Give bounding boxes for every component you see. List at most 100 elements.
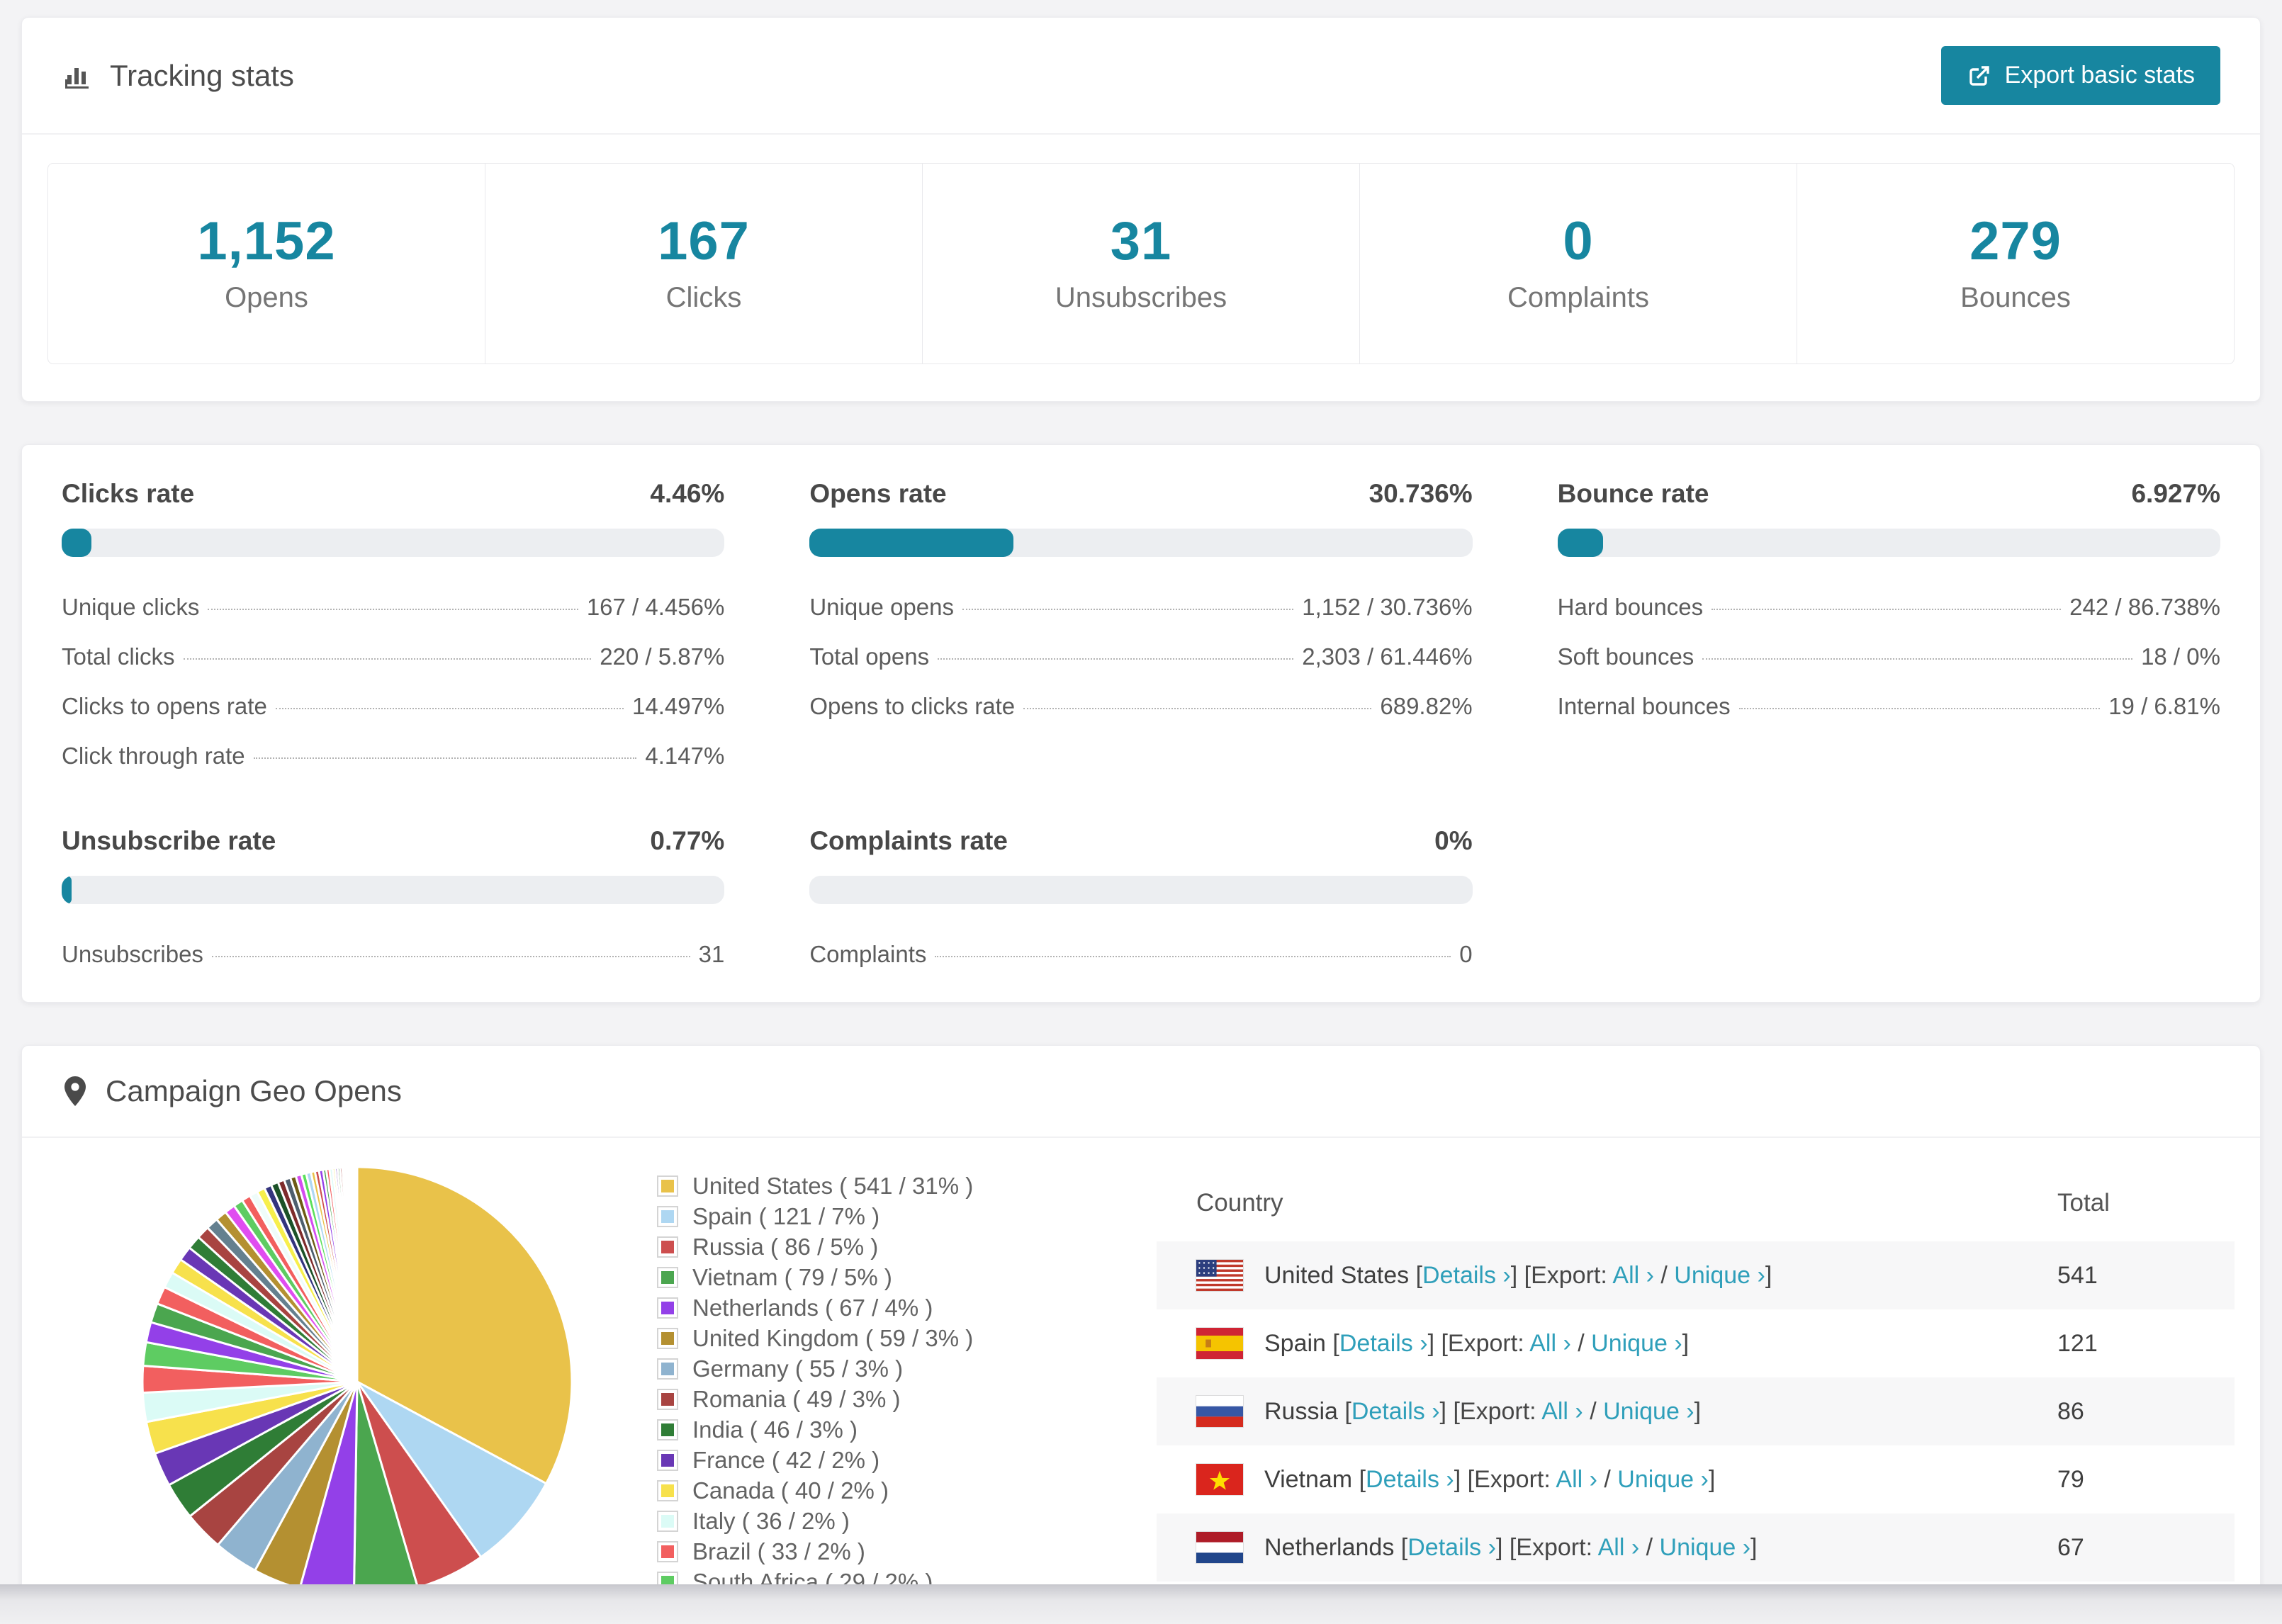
legend-label: Spain ( 121 / 7% )	[692, 1202, 880, 1229]
export-unique-link[interactable]: Unique ›	[1591, 1330, 1682, 1357]
dotted-leader	[211, 956, 690, 957]
dotted-leader	[1712, 609, 2062, 610]
rate-block-clicks-rate: Clicks rate 4.46% Unique clicks 167 / 4.456…	[62, 479, 725, 769]
stat-value: 0	[1563, 211, 1594, 271]
country-name: Spain	[1264, 1329, 1326, 1357]
details-link[interactable]: Details ›	[1339, 1330, 1428, 1357]
geo-body: United States ( 541 / 31% ) Spain ( 121 /…	[22, 1138, 2260, 1624]
legend-item-brazil: Brazil ( 33 / 2% )	[657, 1536, 1004, 1567]
geo-table-row-vn: Vietnam [Details ›] [Export: All › / Uni…	[1157, 1445, 2235, 1513]
details-link[interactable]: Details ›	[1422, 1262, 1511, 1289]
legend-item-italy: Italy ( 36 / 2% )	[657, 1506, 1004, 1536]
export-all-link[interactable]: All ›	[1612, 1262, 1654, 1289]
rate-detail-row: Complaints 0	[809, 941, 1473, 967]
export-button-label: Export basic stats	[2004, 62, 2195, 89]
rates-grid: Clicks rate 4.46% Unique clicks 167 / 4.456…	[62, 479, 2220, 968]
geo-card-title: Campaign Geo Opens	[62, 1074, 402, 1108]
rate-progress-track	[62, 876, 725, 904]
map-pin-icon	[62, 1075, 89, 1107]
geo-table-header-row: Country Total	[1157, 1163, 2235, 1241]
legend-item-canada: Canada ( 40 / 2% )	[657, 1475, 1004, 1506]
pie-slice-other[interactable]	[355, 1166, 359, 1383]
stat-box-bounces: 279 Bounces	[1797, 164, 2234, 363]
rate-progress-fill	[62, 529, 91, 557]
legend-item-netherlands: Netherlands ( 67 / 4% )	[657, 1292, 1004, 1323]
geo-legend: United States ( 541 / 31% ) Spain ( 121 /…	[657, 1171, 1004, 1624]
legend-label: Vietnam ( 79 / 5% )	[692, 1263, 892, 1290]
export-all-link[interactable]: All ›	[1598, 1534, 1640, 1561]
export-unique-link[interactable]: Unique ›	[1660, 1534, 1751, 1561]
legend-swatch	[657, 1266, 678, 1288]
legend-label: United Kingdom ( 59 / 3% )	[692, 1324, 974, 1351]
geo-table-row-nl: Netherlands [Details ›] [Export: All › /…	[1157, 1513, 2235, 1581]
details-link[interactable]: Details ›	[1366, 1466, 1454, 1493]
rate-value: 6.927%	[2131, 479, 2220, 508]
dotted-leader	[1702, 658, 2133, 660]
rate-detail-row: Hard bounces 242 / 86.738%	[1557, 594, 2220, 620]
rate-name: Bounce rate	[1557, 479, 1709, 508]
rate-progress-track	[62, 529, 725, 557]
dotted-leader	[1738, 708, 2101, 709]
dotted-leader	[1023, 708, 1372, 709]
legend-item-united-states: United States ( 541 / 31% )	[657, 1171, 1004, 1201]
legend-swatch	[657, 1510, 678, 1532]
rate-name: Clicks rate	[62, 479, 195, 508]
legend-label: Russia ( 86 / 5% )	[692, 1233, 879, 1260]
rate-name: Complaints rate	[809, 826, 1008, 855]
dotted-leader	[935, 956, 1451, 957]
legend-label: Netherlands ( 67 / 4% )	[692, 1294, 933, 1321]
dotted-leader	[962, 609, 1294, 610]
stat-box-complaints: 0 Complaints	[1359, 164, 1797, 363]
dotted-leader	[253, 757, 637, 759]
nl-flag-icon	[1196, 1532, 1243, 1563]
rate-detail-row: Clicks to opens rate 14.497%	[62, 693, 725, 719]
export-unique-link[interactable]: Unique ›	[1603, 1398, 1694, 1425]
legend-swatch	[657, 1175, 678, 1197]
export-unique-link[interactable]: Unique ›	[1674, 1262, 1765, 1289]
rate-value: 0%	[1434, 826, 1473, 855]
summary-stats-row: 1,152 Opens 167 Clicks 31 Unsubscribes 0 Compla…	[47, 163, 2235, 364]
legend-item-vietnam: Vietnam ( 79 / 5% )	[657, 1262, 1004, 1292]
stat-value: 279	[1969, 211, 2062, 271]
export-unique-link[interactable]: Unique ›	[1617, 1466, 1709, 1493]
country-total: 86	[2057, 1397, 2084, 1425]
ru-flag-icon	[1196, 1396, 1243, 1427]
legend-swatch	[657, 1358, 678, 1380]
stat-label: Opens	[225, 282, 308, 313]
rate-progress-track	[809, 529, 1473, 557]
export-all-link[interactable]: All ›	[1529, 1330, 1571, 1357]
rate-block-bounce-rate: Bounce rate 6.927% Hard bounces 242 / 86.73…	[1557, 479, 2220, 720]
export-all-link[interactable]: All ›	[1541, 1398, 1583, 1425]
dotted-leader	[938, 658, 1294, 660]
rate-value: 30.736%	[1368, 479, 1473, 508]
details-link[interactable]: Details ›	[1407, 1534, 1496, 1561]
page-title: Tracking stats	[62, 59, 294, 93]
geo-table-wrap: Country Total United States [Details ›] …	[1157, 1163, 2235, 1624]
dotted-leader	[208, 609, 578, 610]
export-all-link[interactable]: All ›	[1556, 1466, 1597, 1493]
column-header-total: Total	[2057, 1189, 2110, 1217]
rate-progress-fill	[1557, 529, 1604, 557]
bar-chart-icon	[62, 61, 93, 91]
rate-name: Opens rate	[809, 479, 947, 508]
stat-value: 167	[658, 211, 750, 271]
legend-label: Romania ( 49 / 3% )	[692, 1385, 901, 1412]
stat-label: Bounces	[1960, 282, 2071, 313]
export-basic-stats-button[interactable]: Export basic stats	[1940, 46, 2220, 105]
stat-value: 31	[1110, 211, 1172, 271]
vn-flag-icon	[1196, 1464, 1243, 1495]
us-flag-icon	[1196, 1260, 1243, 1291]
rate-detail-row: Click through rate 4.147%	[62, 743, 725, 769]
country-name: Vietnam	[1264, 1465, 1353, 1493]
geo-title-text: Campaign Geo Opens	[106, 1074, 402, 1107]
legend-label: Canada ( 40 / 2% )	[692, 1477, 889, 1504]
geo-table: Country Total United States [Details ›] …	[1157, 1163, 2235, 1624]
legend-label: Germany ( 55 / 3% )	[692, 1355, 904, 1382]
details-link[interactable]: Details ›	[1351, 1398, 1440, 1425]
country-name: United States	[1264, 1261, 1410, 1289]
legend-label: Italy ( 36 / 2% )	[692, 1507, 850, 1534]
legend-swatch	[657, 1327, 678, 1349]
column-header-country: Country	[1196, 1189, 1283, 1217]
legend-item-romania: Romania ( 49 / 3% )	[657, 1384, 1004, 1414]
legend-swatch	[657, 1540, 678, 1562]
